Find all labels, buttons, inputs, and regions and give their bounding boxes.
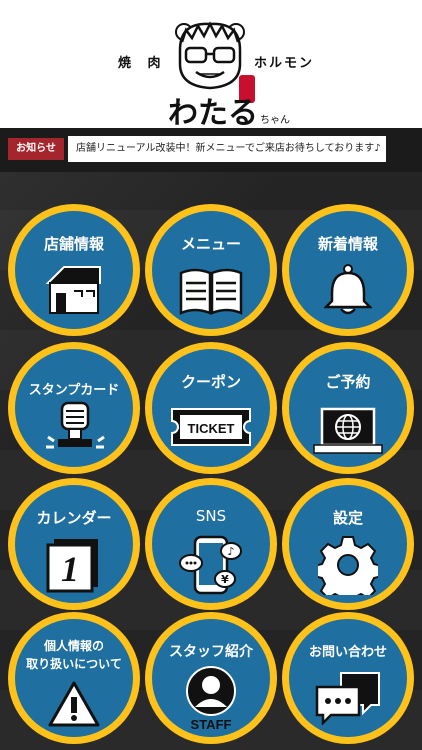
tile-privacy-circle: 個人情報の 取り扱いについて <box>15 619 133 737</box>
tile-calendar-circle: カレンダー 1 <box>15 485 133 603</box>
tile-label: カレンダー <box>36 509 112 527</box>
tile-label: 個人情報の 取り扱いについて <box>26 639 122 671</box>
svg-text:¥: ¥ <box>221 573 229 586</box>
tile-label: SNS <box>195 507 227 525</box>
chat-bubbles-icon <box>315 672 380 725</box>
logo-text-horumon: ホルモン <box>254 56 315 71</box>
news-label: お知らせ <box>8 138 64 160</box>
calendar-icon: 1 <box>46 539 98 593</box>
tile-label: メニュー <box>180 235 241 253</box>
tile-label: スタンプカード <box>28 383 120 398</box>
ticket-text: TICKET <box>188 421 235 436</box>
calendar-day: 1 <box>61 549 79 589</box>
tile-sns[interactable]: SNS ¥ ♪ <box>145 478 277 610</box>
warning-icon <box>48 681 100 727</box>
tile-label: ご予約 <box>325 373 371 391</box>
tile-staff[interactable]: スタッフ紹介 STAFF <box>145 612 277 744</box>
tile-stamp-card[interactable]: スタンプカード <box>8 342 140 474</box>
mascot-face-icon <box>175 21 245 90</box>
tile-staff-circle: スタッフ紹介 STAFF <box>152 619 270 737</box>
news-bar[interactable]: お知らせ 店舗リニューアル改装中！新メニューでご来店お待ちしております♪ <box>0 128 422 172</box>
tile-calendar[interactable]: カレンダー 1 <box>8 478 140 610</box>
bell-icon <box>324 264 372 315</box>
ticket-icon: TICKET <box>171 408 251 446</box>
house-icon <box>45 266 101 314</box>
phone-chat-icon: ¥ ♪ <box>179 535 242 595</box>
tile-coupon[interactable]: クーポン TICKET <box>145 342 277 474</box>
tile-label: お問い合わせ <box>308 645 387 660</box>
logo-name: わたる ちゃん <box>168 88 290 132</box>
stamp-icon <box>46 401 105 449</box>
tile-store-info[interactable]: 店舗情報 <box>8 204 140 336</box>
tile-privacy[interactable]: 個人情報の 取り扱いについて <box>8 612 140 744</box>
tile-menu-circle: メニュー <box>152 211 270 329</box>
logo-text-yakiniku: 焼 肉 <box>118 56 167 71</box>
menu-grid: 店舗情報 メニュー 新着情報 スタンプカード クーポン TICKET ご予約 カ… <box>0 172 422 750</box>
tile-label: クーポン <box>180 373 241 391</box>
tile-label: 店舗情報 <box>43 235 104 253</box>
tile-coupon-circle: クーポン TICKET <box>152 349 270 467</box>
tile-settings[interactable]: 設定 <box>282 478 414 610</box>
logo-name-suffix: ちゃん <box>260 115 290 126</box>
tile-menu[interactable]: メニュー <box>145 204 277 336</box>
tile-label: 新着情報 <box>317 235 378 253</box>
tile-label: スタッフ紹介 <box>169 644 253 660</box>
tile-contact-circle: お問い合わせ <box>289 619 407 737</box>
tile-store-info-circle: 店舗情報 <box>15 211 133 329</box>
tile-news[interactable]: 新着情報 <box>282 204 414 336</box>
staff-icon: STAFF <box>186 666 236 731</box>
tile-reservation-circle: ご予約 <box>289 349 407 467</box>
tile-contact[interactable]: お問い合わせ <box>282 612 414 744</box>
tile-stamp-card-circle: スタンプカード <box>15 349 133 467</box>
logo-name-text: わたる <box>168 96 258 131</box>
open-book-icon <box>179 268 243 315</box>
tile-settings-circle: 設定 <box>289 485 407 603</box>
gear-icon <box>318 536 378 595</box>
tile-label: 設定 <box>332 509 363 527</box>
tile-news-circle: 新着情報 <box>289 211 407 329</box>
svg-text:♪: ♪ <box>227 545 234 558</box>
staff-text: STAFF <box>191 717 232 731</box>
news-ticker[interactable]: 店舗リニューアル改装中！新メニューでご来店お待ちしております♪ <box>68 136 386 162</box>
tile-sns-circle: SNS ¥ ♪ <box>152 485 270 603</box>
laptop-globe-icon <box>313 407 383 454</box>
app-header: 焼 肉 ホルモン わたる ちゃん <box>0 0 422 131</box>
tile-reservation[interactable]: ご予約 <box>282 342 414 474</box>
